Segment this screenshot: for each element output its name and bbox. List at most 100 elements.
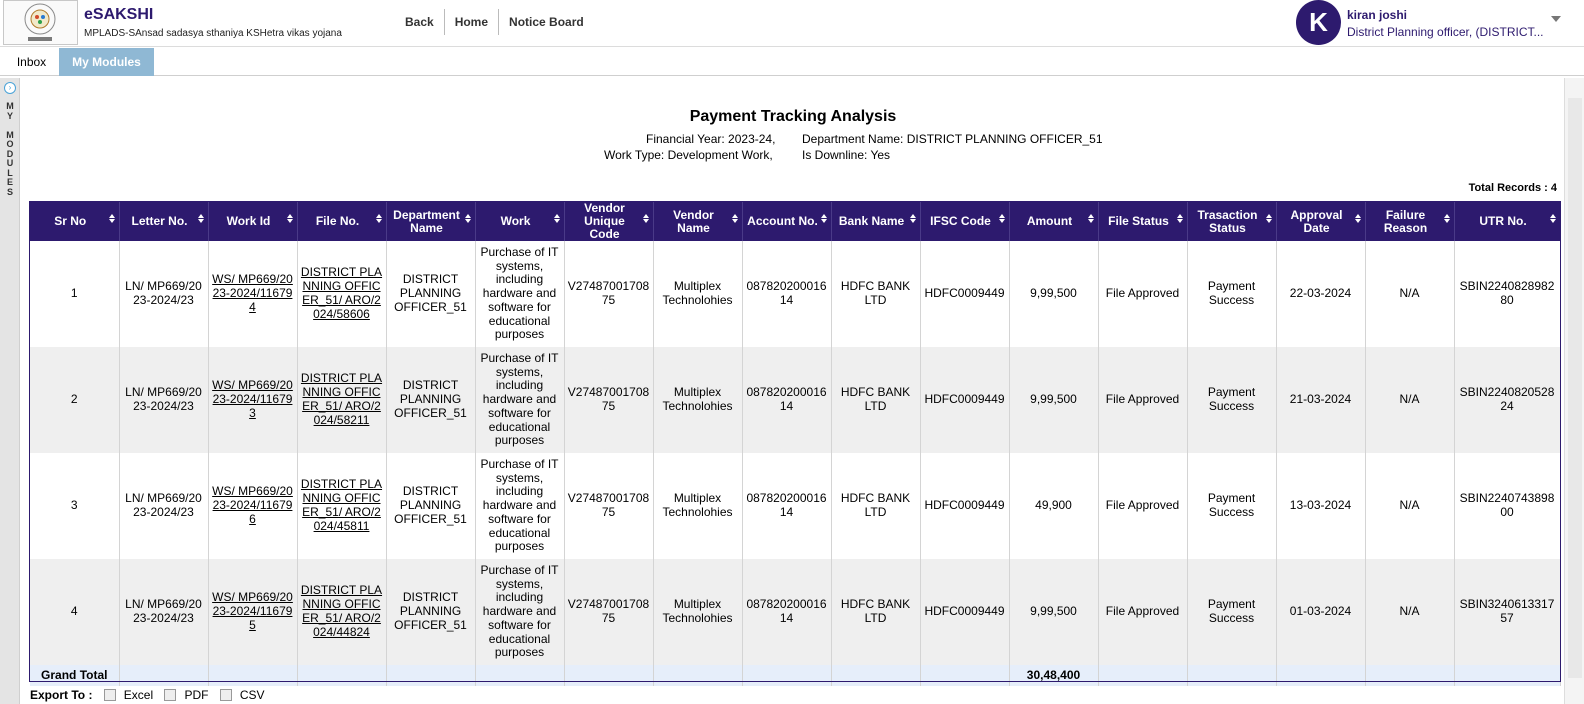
col-vendor-name[interactable]: Vendor Name — [653, 202, 743, 241]
table-cell[interactable]: DISTRICT PLANNING OFFICER_51/ ARO/2024/4… — [297, 453, 387, 559]
sort-icon[interactable] — [553, 214, 560, 223]
export-excel-button[interactable]: Excel — [103, 688, 153, 702]
col-approval-date[interactable]: Approval Date — [1276, 202, 1366, 241]
chevron-down-icon[interactable] — [1551, 16, 1561, 22]
table-cell — [1276, 665, 1366, 686]
col-work[interactable]: Work — [475, 202, 565, 241]
table-cell: DISTRICT PLANNING OFFICER_51 — [386, 453, 476, 559]
grand-total-label: Grand Total — [30, 665, 120, 686]
export-csv-button[interactable]: CSV — [219, 688, 265, 702]
sort-icon[interactable] — [286, 214, 293, 223]
department-name: Department Name: DISTRICT PLANNING OFFIC… — [802, 132, 1103, 146]
sort-icon[interactable] — [108, 214, 115, 223]
sort-icon[interactable] — [375, 214, 382, 223]
file-no-link[interactable]: DISTRICT PLANNING OFFICER_51/ ARO/2024/4… — [301, 477, 382, 532]
col-bank-name[interactable]: Bank Name — [831, 202, 921, 241]
table-cell[interactable]: DISTRICT PLANNING OFFICER_51/ ARO/2024/4… — [297, 559, 387, 665]
scrollbar[interactable] — [1564, 78, 1584, 704]
export-bar: Export To : Excel PDF CSV — [30, 688, 265, 702]
tab-my-modules[interactable]: My Modules — [59, 48, 154, 76]
sort-icon[interactable] — [731, 214, 738, 223]
notice-board-link[interactable]: Notice Board — [499, 9, 594, 35]
table-cell: HDFC BANK LTD — [831, 241, 921, 347]
table-cell[interactable]: WS/ MP669/2023-2024/116794 — [208, 241, 298, 347]
back-link[interactable]: Back — [395, 9, 445, 35]
sort-icon[interactable] — [1354, 214, 1361, 223]
table-cell[interactable]: WS/ MP669/2023-2024/116795 — [208, 559, 298, 665]
sort-icon[interactable] — [642, 214, 649, 223]
table-cell: Multiplex Technolohies — [653, 559, 743, 665]
modules-sidebar[interactable]: › M Y M O D U L E S — [0, 78, 20, 704]
table-row: 4 LN/ MP669/2023-2024/23 WS/ MP669/2023-20… — [30, 559, 1561, 665]
table-header: Sr No Letter No. Work Id File No. Depart… — [30, 202, 1561, 241]
table-cell: N/A — [1365, 347, 1455, 453]
table-cell — [119, 665, 209, 686]
total-records: Total Records : 4 — [1468, 182, 1557, 194]
report-title: Payment Tracking Analysis — [689, 108, 897, 125]
col-letter-no[interactable]: Letter No. — [119, 202, 209, 241]
work-id-link[interactable]: WS/ MP669/2023-2024/116794 — [212, 272, 293, 314]
work-type: Work Type: Development Work, — [604, 148, 773, 162]
col-vendor-code[interactable]: Vendor Unique Code — [564, 202, 654, 241]
table-cell[interactable]: DISTRICT PLANNING OFFICER_51/ ARO/2024/5… — [297, 241, 387, 347]
work-id-link[interactable]: WS/ MP669/2023-2024/116793 — [212, 378, 293, 420]
table-cell: File Approved — [1098, 347, 1188, 453]
file-no-link[interactable]: DISTRICT PLANNING OFFICER_51/ ARO/2024/4… — [301, 583, 382, 638]
sort-icon[interactable] — [1265, 214, 1272, 223]
table-cell: LN/ MP669/2023-2024/23 — [119, 347, 209, 453]
table-cell: N/A — [1365, 453, 1455, 559]
table-cell: Multiplex Technolohies — [653, 347, 743, 453]
sort-icon[interactable] — [998, 214, 1005, 223]
table-cell: SBIN324061331757 — [1454, 559, 1561, 665]
table-cell: HDFC0009449 — [920, 559, 1010, 665]
chevron-right-icon[interactable]: › — [4, 82, 16, 94]
table-body: 1 LN/ MP669/2023-2024/23 WS/ MP669/2023-20… — [30, 241, 1561, 686]
col-failure-reason[interactable]: Failure Reason — [1365, 202, 1455, 241]
payment-table: Sr No Letter No. Work Id File No. Depart… — [30, 202, 1561, 686]
col-file-no[interactable]: File No. — [297, 202, 387, 241]
col-department-name[interactable]: Department Name — [386, 202, 476, 241]
col-ifsc-code[interactable]: IFSC Code — [920, 202, 1010, 241]
scrollbar-thumb[interactable] — [1568, 98, 1582, 678]
export-pdf-button[interactable]: PDF — [164, 688, 208, 702]
table-cell: Multiplex Technolohies — [653, 453, 743, 559]
col-transaction-status[interactable]: Trasaction Status — [1187, 202, 1277, 241]
file-no-link[interactable]: DISTRICT PLANNING OFFICER_51/ ARO/2024/5… — [301, 371, 382, 426]
table-cell: Purchase of IT systems, including hardwa… — [475, 559, 565, 665]
col-utr-no[interactable]: UTR No. — [1454, 202, 1561, 241]
sort-icon[interactable] — [909, 214, 916, 223]
sort-icon[interactable] — [464, 214, 471, 223]
col-amount[interactable]: Amount — [1009, 202, 1099, 241]
file-no-link[interactable]: DISTRICT PLANNING OFFICER_51/ ARO/2024/5… — [301, 265, 382, 320]
table-cell: HDFC0009449 — [920, 241, 1010, 347]
mplads-logo — [3, 0, 78, 45]
sort-icon[interactable] — [197, 214, 204, 223]
table-cell[interactable]: WS/ MP669/2023-2024/116793 — [208, 347, 298, 453]
tab-inbox[interactable]: Inbox — [4, 48, 59, 76]
table-cell: N/A — [1365, 559, 1455, 665]
table-cell: 21-03-2024 — [1276, 347, 1366, 453]
col-account-no[interactable]: Account No. — [742, 202, 832, 241]
sort-icon[interactable] — [1176, 214, 1183, 223]
table-cell: 9,99,500 — [1009, 559, 1099, 665]
sort-icon[interactable] — [1443, 214, 1450, 223]
table-cell: 13-03-2024 — [1276, 453, 1366, 559]
table-cell: 1 — [30, 241, 120, 347]
table-cell[interactable]: DISTRICT PLANNING OFFICER_51/ ARO/2024/5… — [297, 347, 387, 453]
work-id-link[interactable]: WS/ MP669/2023-2024/116795 — [212, 590, 293, 632]
col-work-id[interactable]: Work Id — [208, 202, 298, 241]
table-cell: Payment Success — [1187, 559, 1277, 665]
col-file-status[interactable]: File Status — [1098, 202, 1188, 241]
sort-icon[interactable] — [820, 214, 827, 223]
table-cell: HDFC0009449 — [920, 453, 1010, 559]
home-link[interactable]: Home — [445, 9, 500, 35]
sort-icon[interactable] — [1549, 214, 1556, 223]
export-label: Export To : — [30, 688, 93, 702]
table-cell[interactable]: WS/ MP669/2023-2024/116796 — [208, 453, 298, 559]
user-menu[interactable]: K kiran joshi District Planning officer,… — [1296, 0, 1566, 45]
work-id-link[interactable]: WS/ MP669/2023-2024/116796 — [212, 484, 293, 526]
table-cell: 08782020001614 — [742, 559, 832, 665]
table-cell — [1454, 665, 1561, 686]
sort-icon[interactable] — [1087, 214, 1094, 223]
col-sr-no[interactable]: Sr No — [30, 202, 120, 241]
